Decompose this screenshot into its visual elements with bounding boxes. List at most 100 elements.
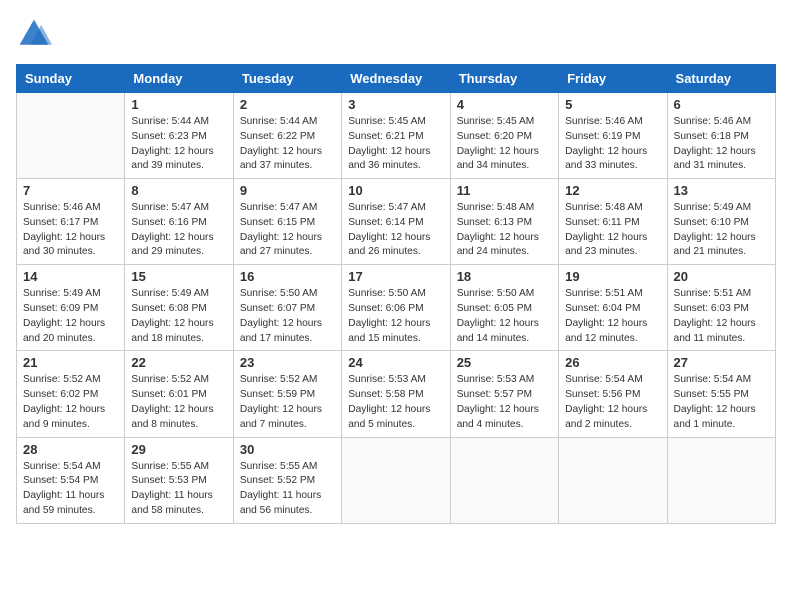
day-info: Sunrise: 5:55 AM Sunset: 5:52 PM Dayligh… xyxy=(240,460,335,519)
calendar-cell: 22 Sunrise: 5:52 AM Sunset: 6:01 PM Dayli… xyxy=(125,351,233,437)
day-number: 10 xyxy=(348,183,443,198)
weekday-header: Thursday xyxy=(450,65,558,93)
calendar-cell: 21 Sunrise: 5:52 AM Sunset: 6:02 PM Dayli… xyxy=(17,351,125,437)
day-number: 5 xyxy=(565,97,660,112)
day-number: 4 xyxy=(457,97,552,112)
calendar-cell: 9 Sunrise: 5:47 AM Sunset: 6:15 PM Daylig… xyxy=(233,179,341,265)
calendar-week-row: 7 Sunrise: 5:46 AM Sunset: 6:17 PM Daylig… xyxy=(17,179,776,265)
day-number: 18 xyxy=(457,269,552,284)
day-info: Sunrise: 5:50 AM Sunset: 6:06 PM Dayligh… xyxy=(348,287,443,346)
calendar-cell: 13Sunrise: 5:49 AM Sunset: 6:10 PM Dayli… xyxy=(667,179,775,265)
day-number: 14 xyxy=(23,269,118,284)
calendar-cell xyxy=(667,437,775,523)
day-number: 17 xyxy=(348,269,443,284)
day-info: Sunrise: 5:52 AM Sunset: 6:01 PM Dayligh… xyxy=(131,373,226,432)
calendar-cell: 25 Sunrise: 5:53 AM Sunset: 5:57 PM Dayli… xyxy=(450,351,558,437)
weekday-header: Tuesday xyxy=(233,65,341,93)
day-number: 26 xyxy=(565,355,660,370)
calendar-week-row: 28Sunrise: 5:54 AM Sunset: 5:54 PM Dayli… xyxy=(17,437,776,523)
weekday-header: Sunday xyxy=(17,65,125,93)
calendar-table: SundayMondayTuesdayWednesdayThursdayFrid… xyxy=(16,64,776,524)
logo-icon xyxy=(16,16,52,52)
day-number: 12 xyxy=(565,183,660,198)
calendar-cell: 16 Sunrise: 5:50 AM Sunset: 6:07 PM Dayli… xyxy=(233,265,341,351)
calendar-cell: 7 Sunrise: 5:46 AM Sunset: 6:17 PM Daylig… xyxy=(17,179,125,265)
day-info: Sunrise: 5:51 AM Sunset: 6:04 PM Dayligh… xyxy=(565,287,660,346)
page-header xyxy=(16,16,776,52)
day-number: 27 xyxy=(674,355,769,370)
day-info: Sunrise: 5:49 AM Sunset: 6:08 PM Dayligh… xyxy=(131,287,226,346)
day-info: Sunrise: 5:45 AM Sunset: 6:21 PM Dayligh… xyxy=(348,115,443,174)
weekday-header: Friday xyxy=(559,65,667,93)
calendar-cell xyxy=(450,437,558,523)
day-info: Sunrise: 5:54 AM Sunset: 5:55 PM Dayligh… xyxy=(674,373,769,432)
calendar-cell: 12 Sunrise: 5:48 AM Sunset: 6:11 PM Dayli… xyxy=(559,179,667,265)
calendar-cell: 10Sunrise: 5:47 AM Sunset: 6:14 PM Dayli… xyxy=(342,179,450,265)
calendar-week-row: 21 Sunrise: 5:52 AM Sunset: 6:02 PM Dayli… xyxy=(17,351,776,437)
calendar-cell: 11 Sunrise: 5:48 AM Sunset: 6:13 PM Dayli… xyxy=(450,179,558,265)
day-info: Sunrise: 5:48 AM Sunset: 6:11 PM Dayligh… xyxy=(565,201,660,260)
day-number: 29 xyxy=(131,442,226,457)
calendar-cell: 1 Sunrise: 5:44 AM Sunset: 6:23 PM Daylig… xyxy=(125,93,233,179)
day-number: 1 xyxy=(131,97,226,112)
day-info: Sunrise: 5:53 AM Sunset: 5:57 PM Dayligh… xyxy=(457,373,552,432)
day-info: Sunrise: 5:53 AM Sunset: 5:58 PM Dayligh… xyxy=(348,373,443,432)
day-info: Sunrise: 5:55 AM Sunset: 5:53 PM Dayligh… xyxy=(131,460,226,519)
calendar-cell: 23 Sunrise: 5:52 AM Sunset: 5:59 PM Dayli… xyxy=(233,351,341,437)
calendar-cell: 26Sunrise: 5:54 AM Sunset: 5:56 PM Dayli… xyxy=(559,351,667,437)
day-info: Sunrise: 5:45 AM Sunset: 6:20 PM Dayligh… xyxy=(457,115,552,174)
day-number: 11 xyxy=(457,183,552,198)
calendar-cell: 28Sunrise: 5:54 AM Sunset: 5:54 PM Dayli… xyxy=(17,437,125,523)
day-info: Sunrise: 5:51 AM Sunset: 6:03 PM Dayligh… xyxy=(674,287,769,346)
calendar-week-row: 14 Sunrise: 5:49 AM Sunset: 6:09 PM Dayli… xyxy=(17,265,776,351)
day-number: 8 xyxy=(131,183,226,198)
calendar-cell: 3 Sunrise: 5:45 AM Sunset: 6:21 PM Daylig… xyxy=(342,93,450,179)
day-number: 24 xyxy=(348,355,443,370)
day-number: 3 xyxy=(348,97,443,112)
calendar-week-row: 1 Sunrise: 5:44 AM Sunset: 6:23 PM Daylig… xyxy=(17,93,776,179)
calendar-cell xyxy=(559,437,667,523)
calendar-cell: 24 Sunrise: 5:53 AM Sunset: 5:58 PM Dayli… xyxy=(342,351,450,437)
day-info: Sunrise: 5:44 AM Sunset: 6:23 PM Dayligh… xyxy=(131,115,226,174)
weekday-header: Saturday xyxy=(667,65,775,93)
day-number: 20 xyxy=(674,269,769,284)
day-number: 15 xyxy=(131,269,226,284)
day-number: 25 xyxy=(457,355,552,370)
calendar-cell: 2Sunrise: 5:44 AM Sunset: 6:22 PM Daylig… xyxy=(233,93,341,179)
calendar-cell: 5 Sunrise: 5:46 AM Sunset: 6:19 PM Daylig… xyxy=(559,93,667,179)
day-info: Sunrise: 5:48 AM Sunset: 6:13 PM Dayligh… xyxy=(457,201,552,260)
day-info: Sunrise: 5:46 AM Sunset: 6:17 PM Dayligh… xyxy=(23,201,118,260)
calendar-cell xyxy=(17,93,125,179)
day-info: Sunrise: 5:46 AM Sunset: 6:18 PM Dayligh… xyxy=(674,115,769,174)
day-info: Sunrise: 5:49 AM Sunset: 6:09 PM Dayligh… xyxy=(23,287,118,346)
day-info: Sunrise: 5:50 AM Sunset: 6:07 PM Dayligh… xyxy=(240,287,335,346)
day-number: 9 xyxy=(240,183,335,198)
calendar-cell: 6 Sunrise: 5:46 AM Sunset: 6:18 PM Daylig… xyxy=(667,93,775,179)
day-number: 21 xyxy=(23,355,118,370)
day-number: 6 xyxy=(674,97,769,112)
calendar-cell: 27 Sunrise: 5:54 AM Sunset: 5:55 PM Dayli… xyxy=(667,351,775,437)
day-info: Sunrise: 5:46 AM Sunset: 6:19 PM Dayligh… xyxy=(565,115,660,174)
calendar-cell: 17 Sunrise: 5:50 AM Sunset: 6:06 PM Dayli… xyxy=(342,265,450,351)
calendar-cell: 20 Sunrise: 5:51 AM Sunset: 6:03 PM Dayli… xyxy=(667,265,775,351)
day-number: 19 xyxy=(565,269,660,284)
logo xyxy=(16,16,56,52)
day-info: Sunrise: 5:54 AM Sunset: 5:54 PM Dayligh… xyxy=(23,460,118,519)
day-number: 7 xyxy=(23,183,118,198)
calendar-cell xyxy=(342,437,450,523)
day-info: Sunrise: 5:52 AM Sunset: 6:02 PM Dayligh… xyxy=(23,373,118,432)
calendar-cell: 14 Sunrise: 5:49 AM Sunset: 6:09 PM Dayli… xyxy=(17,265,125,351)
day-info: Sunrise: 5:47 AM Sunset: 6:16 PM Dayligh… xyxy=(131,201,226,260)
weekday-header: Wednesday xyxy=(342,65,450,93)
day-number: 22 xyxy=(131,355,226,370)
calendar-cell: 18Sunrise: 5:50 AM Sunset: 6:05 PM Dayli… xyxy=(450,265,558,351)
day-info: Sunrise: 5:47 AM Sunset: 6:15 PM Dayligh… xyxy=(240,201,335,260)
day-number: 30 xyxy=(240,442,335,457)
day-number: 23 xyxy=(240,355,335,370)
day-info: Sunrise: 5:52 AM Sunset: 5:59 PM Dayligh… xyxy=(240,373,335,432)
day-number: 16 xyxy=(240,269,335,284)
calendar-cell: 4 Sunrise: 5:45 AM Sunset: 6:20 PM Daylig… xyxy=(450,93,558,179)
day-number: 2 xyxy=(240,97,335,112)
calendar-cell: 30 Sunrise: 5:55 AM Sunset: 5:52 PM Dayli… xyxy=(233,437,341,523)
calendar-cell: 8 Sunrise: 5:47 AM Sunset: 6:16 PM Daylig… xyxy=(125,179,233,265)
